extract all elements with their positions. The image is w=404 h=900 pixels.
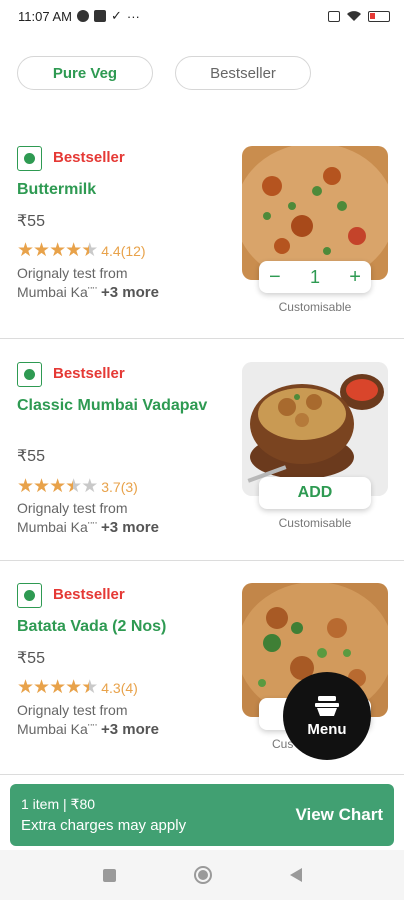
recents-icon[interactable] — [102, 868, 116, 882]
rating-text: 3.7(3) — [101, 478, 138, 495]
star-icon: ★ — [33, 677, 50, 698]
more-link[interactable]: +3 more — [101, 721, 159, 738]
item-price: ₹55 — [17, 448, 45, 465]
wifi-icon — [347, 11, 361, 21]
item-description: Orignaly test from Mumbai Ka¨¨ +3 more — [17, 701, 159, 739]
cart-note: Extra charges may apply — [21, 817, 187, 834]
item-rating: ★ ★ ★ ★ ★ 3.7(3) — [17, 477, 138, 496]
star-half-icon: ★ — [65, 476, 82, 497]
sim-icon — [328, 10, 340, 22]
menu-bowl-icon — [315, 695, 339, 716]
filter-pure-veg[interactable]: Pure Veg — [17, 56, 153, 90]
item-description: Orignaly test from Mumbai Ka¨¨ +3 more — [17, 264, 159, 302]
rating-text: 4.3(4) — [101, 679, 138, 696]
battery-icon — [368, 10, 390, 22]
bestseller-badge: Bestseller — [53, 149, 125, 166]
star-icon: ★ — [17, 677, 34, 698]
star-icon: ★ — [49, 677, 66, 698]
status-right — [328, 10, 390, 22]
item-price: ₹55 — [17, 650, 45, 667]
customisable-label: Customisable — [278, 516, 352, 530]
more-icon: ··· — [126, 8, 140, 24]
star-icon: ★ — [49, 476, 66, 497]
item-rating: ★ ★ ★ ★ ★ 4.4(12) — [17, 241, 146, 260]
decrease-button[interactable]: − — [269, 266, 281, 289]
quantity-stepper[interactable]: − 1 + — [259, 261, 371, 293]
item-description: Orignaly test from Mumbai Ka¨¨ +3 more — [17, 499, 159, 537]
star-half-icon: ★ — [81, 240, 98, 261]
item-name[interactable]: Batata Vada (2 Nos) — [17, 617, 232, 637]
status-left: 11:07 AM ✓ ··· — [18, 8, 140, 24]
menu-button[interactable]: Menu — [283, 672, 371, 760]
more-link[interactable]: +3 more — [101, 284, 159, 301]
description-line-1: Orignaly test from — [17, 500, 128, 516]
check-icon: ✓ — [110, 8, 122, 23]
cart-bar[interactable]: 1 item | ₹80 Extra charges may apply Vie… — [10, 784, 394, 846]
status-bar: 11:07 AM ✓ ··· — [0, 0, 404, 32]
description-line-2: Mumbai Ka¨¨ — [17, 721, 98, 737]
star-icon: ★ — [33, 476, 50, 497]
star-icon: ★ — [65, 677, 82, 698]
description-line-2: Mumbai Ka¨¨ — [17, 519, 98, 535]
divider — [0, 338, 404, 339]
star-empty-icon: ★ — [81, 476, 98, 497]
veg-icon — [17, 583, 42, 608]
item-price: ₹55 — [17, 213, 45, 230]
item-name[interactable]: Classic Mumbai Vadapav — [17, 396, 232, 416]
bestseller-badge: Bestseller — [53, 365, 125, 382]
grid-app-icon — [93, 10, 106, 22]
cart-summary: 1 item | ₹80 — [21, 796, 96, 812]
star-half-icon: ★ — [81, 677, 98, 698]
star-icon: ★ — [33, 240, 50, 261]
divider — [0, 560, 404, 561]
divider — [0, 774, 404, 775]
item-name[interactable]: Buttermilk — [17, 180, 232, 200]
back-icon[interactable] — [289, 868, 302, 882]
filter-chips: Pure Veg Bestseller — [17, 56, 311, 90]
increase-button[interactable]: + — [349, 266, 361, 289]
filter-bestseller[interactable]: Bestseller — [175, 56, 311, 90]
veg-icon — [17, 362, 42, 387]
quantity-value: 1 — [309, 266, 320, 287]
item-rating: ★ ★ ★ ★ ★ 4.3(4) — [17, 678, 138, 697]
star-icon: ★ — [49, 240, 66, 261]
rating-text: 4.4(12) — [101, 242, 146, 259]
bestseller-badge: Bestseller — [53, 586, 125, 603]
system-nav-bar — [0, 850, 404, 900]
description-line-1: Orignaly test from — [17, 702, 128, 718]
add-button[interactable]: ADD — [259, 477, 371, 509]
star-icon: ★ — [17, 476, 34, 497]
description-line-2: Mumbai Ka¨¨ — [17, 284, 98, 300]
star-icon: ★ — [17, 240, 34, 261]
description-line-1: Orignaly test from — [17, 265, 128, 281]
view-chart-button[interactable]: View Chart — [295, 805, 383, 825]
status-time: 11:07 AM — [18, 8, 72, 24]
item-image[interactable] — [242, 146, 388, 280]
menu-label: Menu — [307, 720, 347, 738]
star-icon: ★ — [65, 240, 82, 261]
item-image[interactable] — [242, 362, 388, 496]
veg-icon — [17, 146, 42, 171]
customisable-label: Customisable — [278, 300, 352, 314]
skype-icon — [76, 10, 89, 22]
more-link[interactable]: +3 more — [101, 519, 159, 536]
home-icon[interactable] — [193, 866, 212, 884]
